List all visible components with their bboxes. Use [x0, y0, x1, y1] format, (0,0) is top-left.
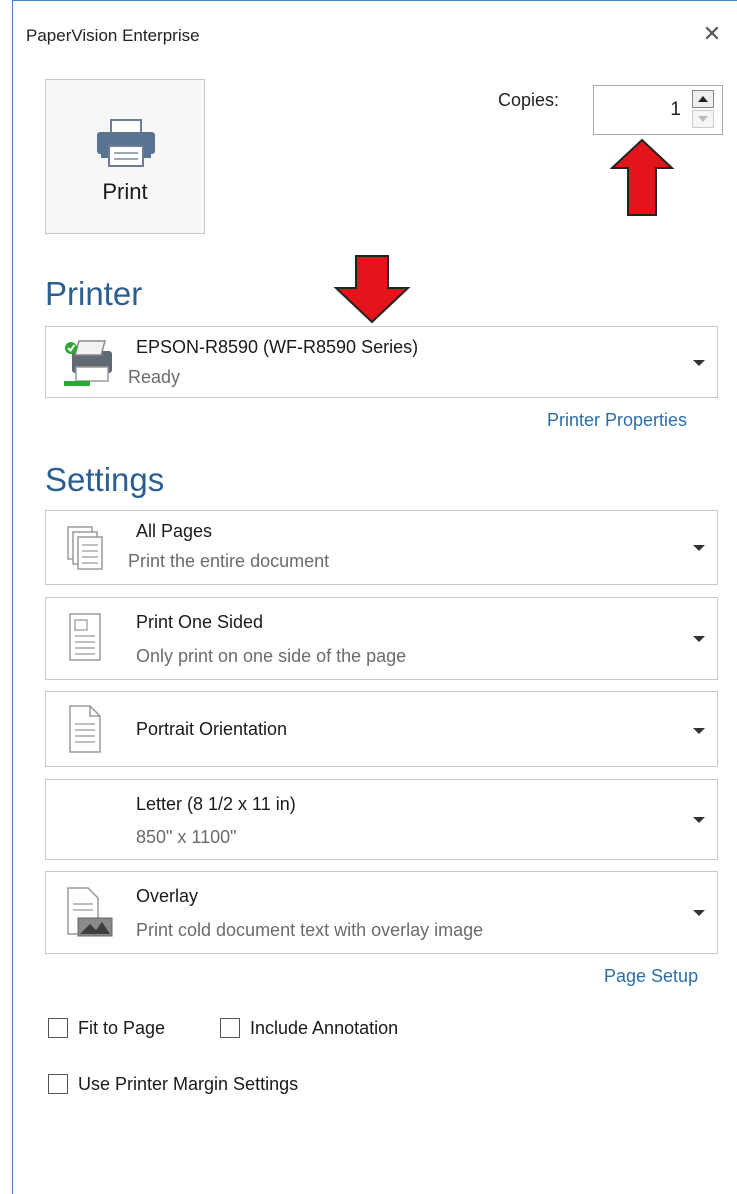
printer-icon [93, 118, 159, 175]
pages-subtitle: Print the entire document [128, 551, 330, 571]
chevron-down-icon [693, 910, 705, 916]
chevron-down-icon [693, 360, 705, 366]
orientation-select[interactable]: Portrait Orientation [45, 691, 718, 767]
fit-to-page-checkbox[interactable] [48, 1018, 68, 1039]
window-left-border [12, 0, 13, 1194]
window-top-border [12, 0, 737, 1]
paper-size-select[interactable]: Letter (8 1/2 x 11 in) 850" x 1100" [45, 779, 718, 860]
chevron-up-icon [698, 96, 708, 102]
print-button[interactable]: Print [45, 79, 205, 234]
pages-select[interactable]: All Pages Print the entire document [45, 510, 718, 585]
overlay-subtitle: Print cold document text with overlay im… [136, 920, 484, 940]
chevron-down-icon [693, 728, 705, 734]
pages-title: All Pages [136, 521, 213, 541]
print-button-label: Print [102, 179, 148, 204]
use-printer-margins-option[interactable]: Use Printer Margin Settings [48, 1073, 298, 1095]
orientation-title: Portrait Orientation [136, 719, 288, 739]
overlay-title: Overlay [136, 886, 199, 906]
settings-heading: Settings [45, 461, 165, 498]
chevron-down-icon [693, 545, 705, 551]
paper-size-title: Letter (8 1/2 x 11 in) [136, 794, 296, 814]
sides-subtitle: Only print on one side of the page [136, 646, 407, 666]
printer-heading: Printer [45, 275, 143, 312]
overlay-image-icon [66, 886, 114, 943]
copies-label: Copies: [498, 90, 560, 110]
copies-value[interactable]: 1 [594, 99, 681, 121]
chevron-down-icon [693, 636, 705, 642]
printer-select[interactable]: EPSON-R8590 (WF-R8590 Series) Ready [45, 326, 718, 398]
chevron-down-icon [698, 116, 708, 122]
arrow-up-annotation-icon [610, 138, 675, 216]
copies-increment-button[interactable] [692, 90, 714, 108]
copies-stepper[interactable]: 1 [593, 85, 723, 135]
include-annotation-option[interactable]: Include Annotation [220, 1017, 398, 1039]
close-icon[interactable]: ✕ [700, 22, 724, 46]
one-sided-page-icon [68, 612, 102, 667]
sides-select[interactable]: Print One Sided Only print on one side o… [45, 597, 718, 680]
include-annotation-label: Include Annotation [250, 1017, 399, 1038]
chevron-down-icon [693, 817, 705, 823]
portrait-page-icon [68, 704, 102, 759]
include-annotation-checkbox[interactable] [220, 1018, 240, 1039]
printer-status-icon [62, 337, 120, 394]
printer-status: Ready [128, 367, 181, 387]
paper-size-subtitle: 850" x 1100" [136, 827, 237, 847]
arrow-down-annotation-icon [333, 255, 411, 324]
use-printer-margins-label: Use Printer Margin Settings [78, 1073, 299, 1094]
sides-title: Print One Sided [136, 612, 264, 632]
pages-stack-icon [66, 525, 106, 578]
use-printer-margins-checkbox[interactable] [48, 1074, 68, 1095]
fit-to-page-option[interactable]: Fit to Page [48, 1017, 165, 1039]
copies-decrement-button[interactable] [692, 110, 714, 128]
printer-properties-link[interactable]: Printer Properties [547, 410, 687, 431]
fit-to-page-label: Fit to Page [78, 1017, 166, 1038]
window-title: PaperVision Enterprise [26, 26, 200, 45]
page-setup-link[interactable]: Page Setup [604, 966, 698, 987]
overlay-select[interactable]: Overlay Print cold document text with ov… [45, 871, 718, 954]
printer-name: EPSON-R8590 (WF-R8590 Series) [136, 337, 419, 357]
